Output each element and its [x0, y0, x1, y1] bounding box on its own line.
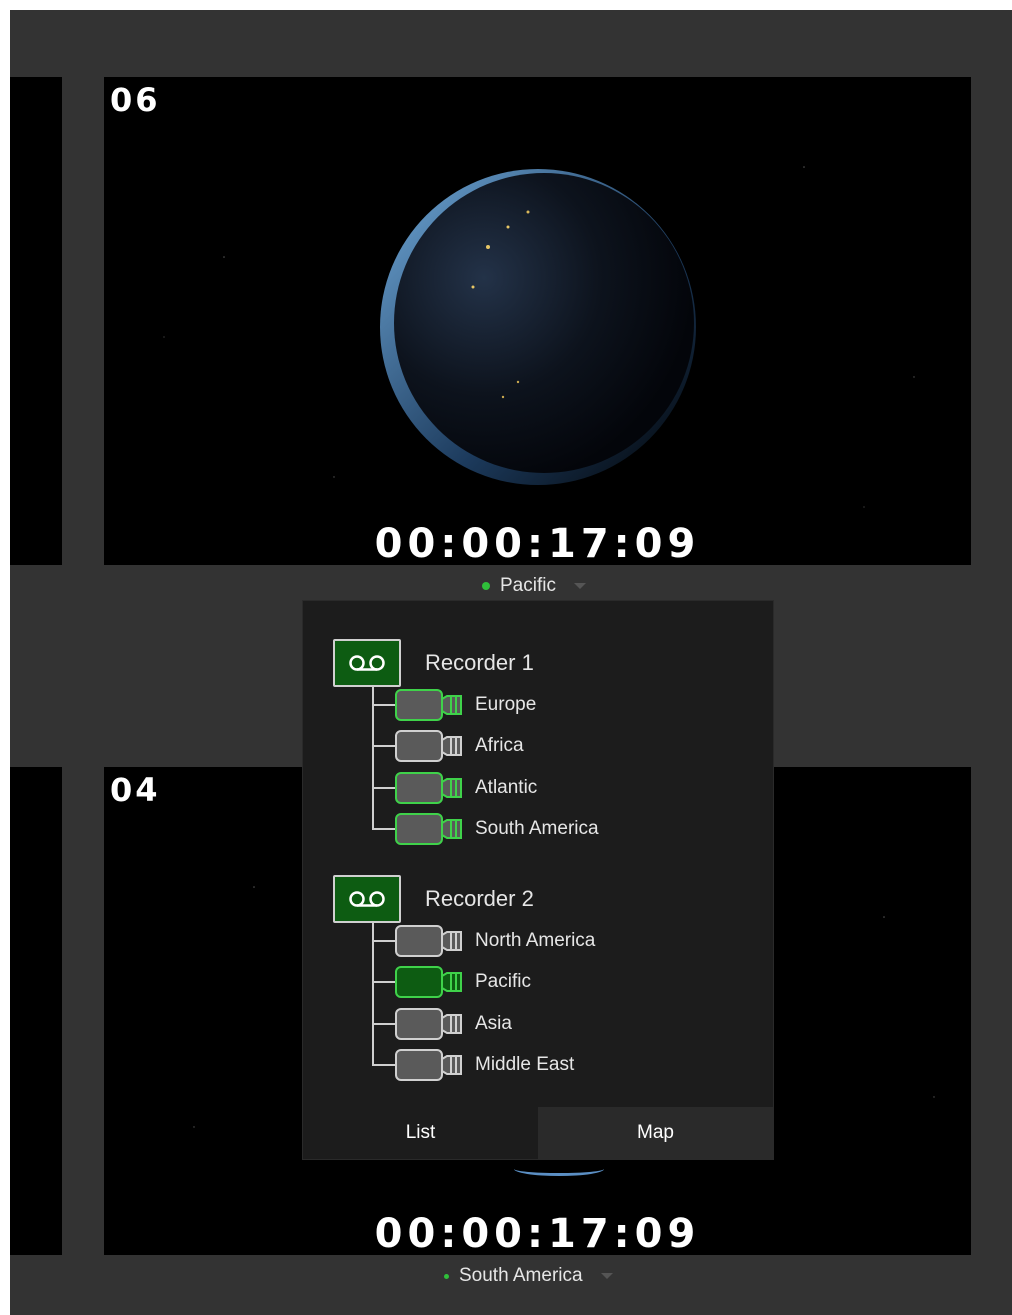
camera-label: South America — [475, 818, 599, 839]
camera-item-pacific[interactable]: Pacific — [395, 964, 531, 1000]
timecode: 00:00:17:09 — [374, 1211, 701, 1255]
source-name: South America — [459, 1265, 583, 1286]
camera-item-africa[interactable]: Africa — [395, 728, 524, 764]
recorder-2[interactable]: Recorder 2 — [333, 875, 534, 923]
multiviewer: 06 00:00:17:09 Pacific 04 00:00:17:09 So… — [10, 10, 1012, 1315]
feed-06[interactable]: 06 00:00:17:09 — [104, 77, 971, 565]
tree-line — [372, 687, 374, 829]
recorder-icon — [333, 639, 401, 687]
camera-icon — [395, 966, 462, 998]
camera-icon — [395, 813, 462, 845]
feed-partial-left-top[interactable] — [10, 77, 62, 565]
earth-globe-image — [380, 169, 696, 485]
camera-item-middle-east[interactable]: Middle East — [395, 1047, 574, 1083]
camera-icon — [395, 925, 462, 957]
status-dot — [482, 582, 490, 590]
tree-branch — [372, 745, 396, 747]
recorder-1[interactable]: Recorder 1 — [333, 639, 534, 687]
camera-label: Pacific — [475, 971, 531, 992]
tree-branch — [372, 787, 396, 789]
camera-label: North America — [475, 930, 596, 951]
recorder-label: Recorder 2 — [425, 886, 534, 911]
chevron-down-icon[interactable] — [600, 1273, 613, 1279]
camera-label: Europe — [475, 694, 537, 715]
tree-branch — [372, 1064, 396, 1066]
recorder-label: Recorder 1 — [425, 650, 534, 675]
feed-number: 06 — [110, 81, 161, 119]
camera-icon — [395, 730, 462, 762]
view-tabs: List Map — [303, 1107, 773, 1159]
camera-label: Middle East — [475, 1054, 575, 1075]
camera-icon — [395, 1049, 462, 1081]
feed-partial-left-bottom[interactable] — [10, 767, 62, 1255]
source-selector[interactable]: South America — [444, 1264, 613, 1288]
camera-icon — [395, 772, 462, 804]
source-picker-popup: Recorder 1 Europe Africa Atlantic South … — [302, 600, 774, 1160]
camera-icon — [395, 1008, 462, 1040]
source-name: Pacific — [500, 575, 556, 596]
globe-edge — [514, 1162, 604, 1176]
camera-item-north-america[interactable]: North America — [395, 923, 595, 959]
camera-label: Asia — [475, 1013, 512, 1034]
recorder-icon — [333, 875, 401, 923]
status-dot — [444, 1273, 449, 1279]
tree-branch — [372, 1023, 396, 1025]
tree-branch — [372, 828, 396, 830]
camera-label: Africa — [475, 735, 524, 756]
chevron-down-icon[interactable] — [573, 583, 586, 589]
camera-icon — [395, 689, 462, 721]
camera-item-asia[interactable]: Asia — [395, 1006, 512, 1042]
camera-item-europe[interactable]: Europe — [395, 687, 536, 723]
timecode: 00:00:17:09 — [374, 521, 701, 565]
camera-item-atlantic[interactable]: Atlantic — [395, 770, 537, 806]
camera-item-south-america[interactable]: South America — [395, 811, 599, 847]
source-selector[interactable]: Pacific — [482, 574, 586, 598]
tab-map[interactable]: Map — [538, 1107, 773, 1159]
tree-branch — [372, 940, 396, 942]
tree-branch — [372, 981, 396, 983]
tab-list[interactable]: List — [303, 1107, 538, 1159]
camera-label: Atlantic — [475, 777, 538, 798]
tree-branch — [372, 704, 396, 706]
feed-number: 04 — [110, 771, 161, 809]
tree-line — [372, 923, 374, 1065]
